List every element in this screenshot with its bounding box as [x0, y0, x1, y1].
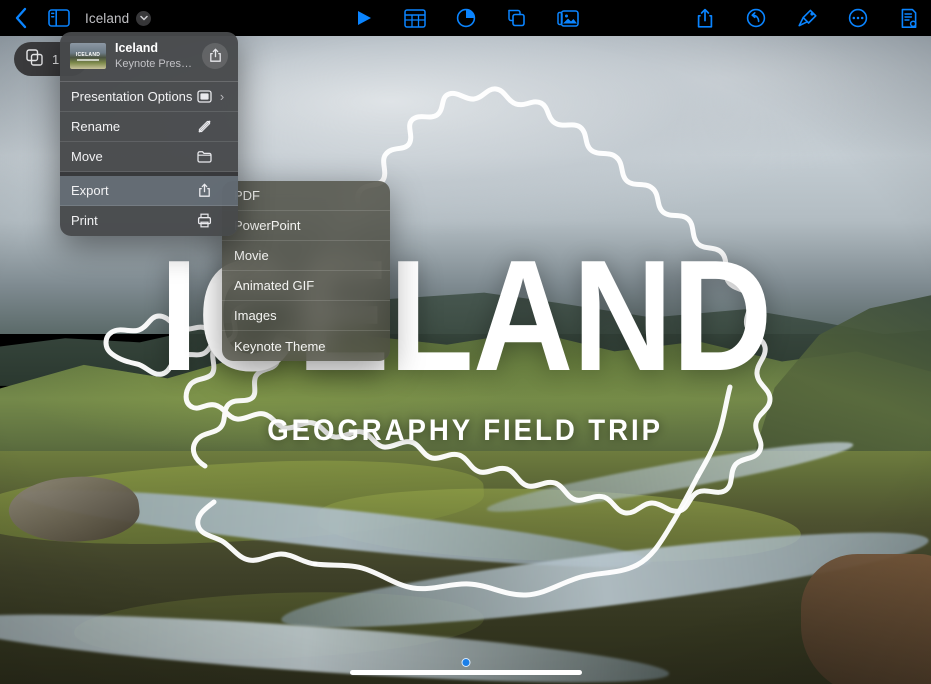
thumbnail-title: ICELAND [75, 51, 101, 58]
slide-page-indicator-dot[interactable] [461, 658, 470, 667]
play-icon[interactable] [352, 6, 376, 30]
menu-item-label: Export [71, 182, 109, 198]
format-brush-icon[interactable] [795, 6, 819, 30]
undo-icon[interactable] [744, 6, 768, 30]
more-icon[interactable] [846, 6, 870, 30]
home-indicator[interactable] [349, 670, 582, 675]
menu-item-label: Presentation Options [71, 88, 193, 104]
submenu-item-keynote-theme[interactable]: Keynote Theme [222, 331, 390, 361]
menu-item-export[interactable]: Export [60, 175, 238, 206]
chart-icon[interactable] [454, 6, 478, 30]
menu-item-presentation-options[interactable]: Presentation Options › [60, 82, 238, 112]
shape-icon[interactable] [505, 6, 529, 30]
menu-item-print[interactable]: Print [60, 206, 238, 236]
submenu-item-label: Animated GIF [234, 278, 315, 293]
back-icon[interactable] [9, 6, 33, 30]
submenu-item-label: Movie [234, 248, 269, 263]
page-subtitle[interactable]: GEOGRAPHY FIELD TRIP [268, 414, 664, 448]
menu-item-rename[interactable]: Rename [60, 112, 238, 142]
submenu-item-pdf[interactable]: PDF [222, 181, 390, 211]
menu-item-label: Rename [71, 118, 121, 134]
submenu-item-images[interactable]: Images [222, 301, 390, 331]
export-submenu[interactable]: PDF PowerPoint Movie Animated GIF Images… [222, 181, 390, 361]
context-menu-subtitle: Keynote Presentation... [115, 57, 193, 70]
submenu-item-powerpoint[interactable]: PowerPoint [222, 211, 390, 241]
slide-count-label: 1 [52, 51, 60, 67]
display-icon [195, 90, 213, 103]
share-icon [195, 183, 213, 198]
chevron-right-icon: › [219, 88, 225, 104]
media-icon[interactable] [556, 6, 580, 30]
document-thumbnail: ICELAND [70, 42, 106, 69]
document-context-menu[interactable]: ICELAND Iceland Keynote Presentation... … [60, 32, 238, 236]
menu-item-label: Print [71, 213, 98, 229]
top-toolbar: Iceland [0, 0, 931, 36]
menu-item-label: Move [71, 148, 103, 164]
submenu-item-label: PowerPoint [234, 218, 301, 233]
table-icon[interactable] [403, 6, 427, 30]
context-menu-title: Iceland [115, 41, 159, 55]
keynote-window: ICELAND GEOGRAPHY FIELD TRIP Iceland 1 P… [0, 0, 931, 684]
submenu-item-label: Images [234, 308, 277, 323]
submenu-item-animated-gif[interactable]: Animated GIF [222, 271, 390, 301]
thumbnail-subtitle-bar [77, 59, 99, 62]
document-title-menu[interactable]: Iceland [85, 10, 152, 26]
chevron-down-icon[interactable] [136, 10, 152, 26]
pencil-icon [195, 119, 213, 134]
menu-item-move[interactable]: Move [60, 142, 238, 172]
submenu-item-label: Keynote Theme [234, 338, 326, 354]
context-menu-header: ICELAND Iceland Keynote Presentation... [60, 32, 238, 82]
sidebar-toggle-icon[interactable] [47, 6, 71, 30]
document-title-label: Iceland [85, 10, 130, 26]
share-icon[interactable] [693, 6, 717, 30]
slides-icon [26, 49, 43, 69]
printer-icon [195, 213, 213, 228]
share-icon[interactable] [202, 42, 228, 69]
submenu-item-movie[interactable]: Movie [222, 241, 390, 271]
folder-icon [195, 150, 213, 163]
document-icon[interactable] [897, 6, 921, 30]
